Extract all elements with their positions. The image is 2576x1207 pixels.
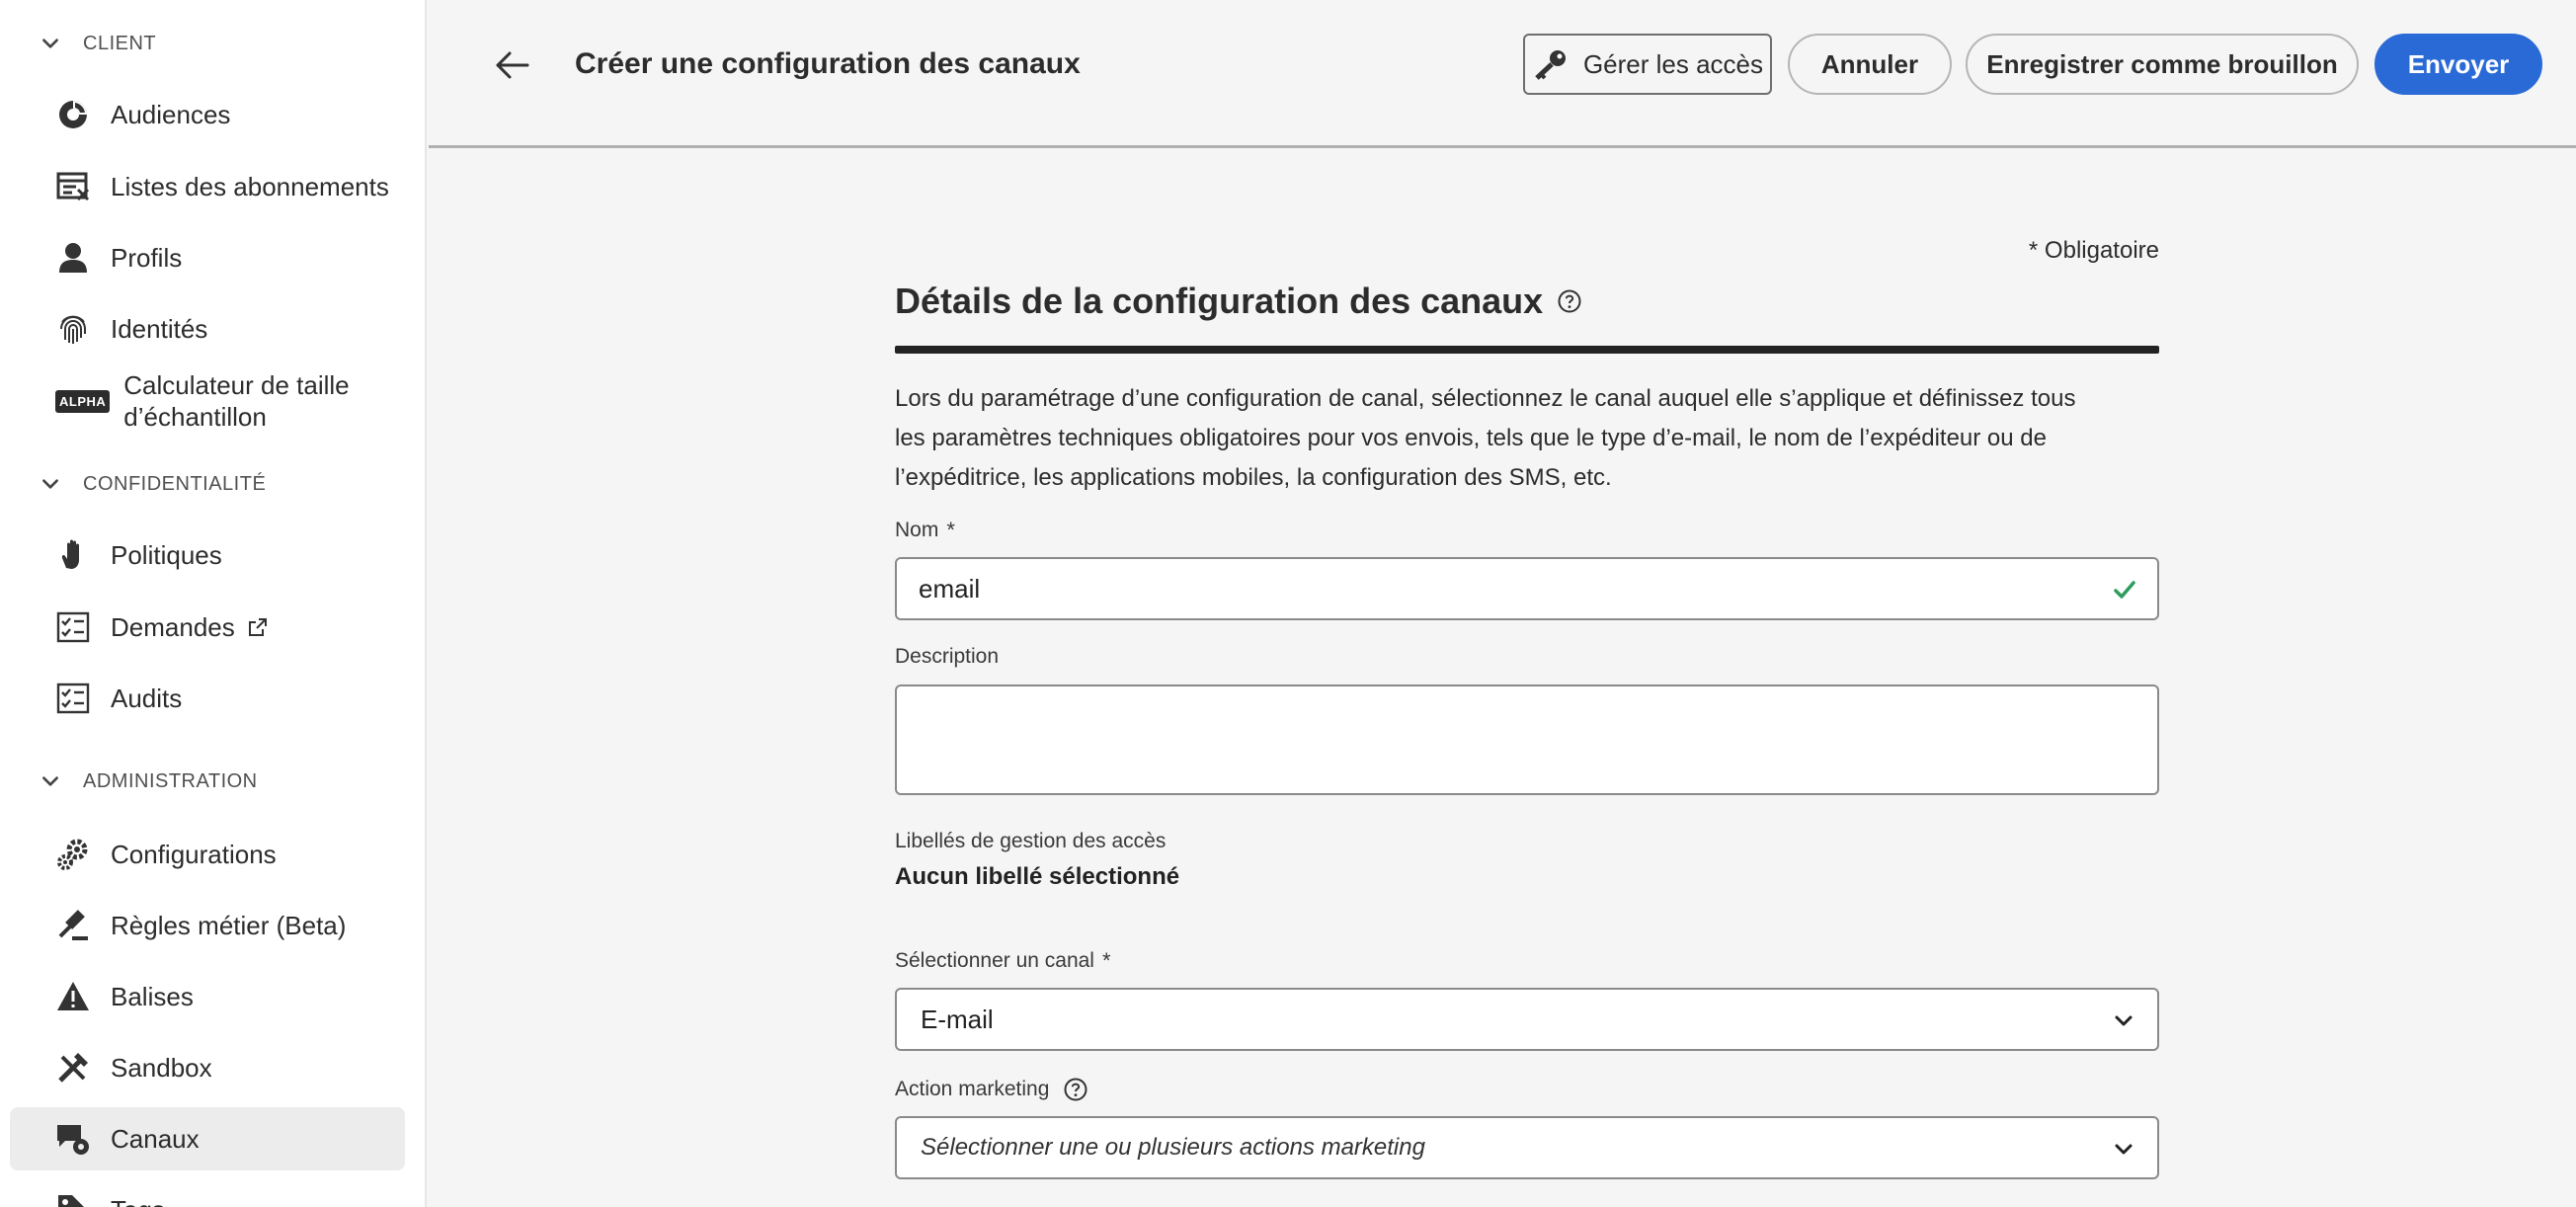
tools-icon <box>55 1050 91 1086</box>
external-link-icon <box>248 618 267 636</box>
gavel-icon <box>55 908 91 943</box>
name-label: Nom * <box>895 518 955 543</box>
chevron-down-icon <box>42 39 58 48</box>
description-label-text: Description <box>895 645 1000 668</box>
sidebar-item-label: Balises <box>111 981 194 1011</box>
section-title: CLIENT <box>83 32 157 54</box>
marketing-action-label: Action marketing <box>895 1077 1088 1102</box>
sidebar-item-business-rules[interactable]: Règles métier (Beta) <box>10 894 405 957</box>
access-labels-label-text: Libellés de gestion des accès <box>895 830 1167 852</box>
sidebar-item-sandbox[interactable]: Sandbox <box>10 1036 405 1099</box>
required-asterisk: * <box>946 518 955 542</box>
checkmark-icon <box>2114 581 2135 599</box>
access-labels-value: Aucun libellé sélectionné <box>895 863 1180 890</box>
channel-label-text: Sélectionner un canal <box>895 949 1094 972</box>
sidebar-item-subscription-lists[interactable]: Listes des abonnements <box>10 155 405 218</box>
channels-icon <box>55 1121 91 1157</box>
key-icon <box>1535 50 1566 80</box>
section-header-client[interactable]: CLIENT <box>40 24 156 63</box>
description-field[interactable] <box>895 684 2159 795</box>
form-title: Détails de la configuration des canaux <box>895 281 1582 322</box>
form-title-text: Détails de la configuration des canaux <box>895 281 1544 321</box>
sidebar-item-label: Sandbox <box>111 1052 212 1083</box>
channel-config-form: * Obligatoire Détails de la configuratio… <box>895 148 2159 1207</box>
channel-select[interactable]: E-mail <box>895 988 2159 1051</box>
checklist-icon <box>55 609 91 645</box>
subscription-list-icon <box>55 169 91 204</box>
section-title: CONFIDENTIALITÉ <box>83 472 267 495</box>
sidebar-item-label: Calculateur de taille d’échantillon <box>123 370 350 432</box>
sidebar-item-audits[interactable]: Audits <box>10 667 405 730</box>
profile-icon <box>55 240 91 276</box>
sidebar: CLIENT Audiences Listes des abonnements … <box>0 0 427 1207</box>
gears-icon <box>55 837 91 872</box>
name-label-text: Nom <box>895 519 939 541</box>
sidebar-item-configurations[interactable]: Configurations <box>10 823 405 886</box>
sidebar-item-profiles[interactable]: Profils <box>10 226 405 289</box>
marketing-action-placeholder: Sélectionner une ou plusieurs actions ma… <box>921 1134 1425 1161</box>
sidebar-item-label: Listes des abonnements <box>111 171 389 201</box>
sidebar-item-label: Configurations <box>111 839 277 869</box>
chevron-down-icon <box>42 479 58 489</box>
chevron-down-icon <box>2115 1144 2133 1155</box>
fingerprint-icon <box>55 311 91 347</box>
cancel-button[interactable]: Annuler <box>1788 34 1952 95</box>
required-note: * Obligatoire <box>2028 237 2159 264</box>
sidebar-item-channels[interactable]: Canaux <box>10 1107 405 1170</box>
help-icon[interactable] <box>1557 288 1582 314</box>
sidebar-item-tags-alerts[interactable]: Balises <box>10 965 405 1028</box>
marketing-action-select[interactable]: Sélectionner une ou plusieurs actions ma… <box>895 1116 2159 1179</box>
alert-icon <box>55 979 91 1014</box>
sidebar-item-identities[interactable]: Identités <box>10 297 405 361</box>
back-button[interactable] <box>490 43 533 87</box>
access-labels-label: Libellés de gestion des accès <box>895 830 1166 853</box>
sidebar-item-sample-size-calculator[interactable]: ALPHA Calculateur de taille d’échantillo… <box>10 360 405 443</box>
sidebar-item-audiences[interactable]: Audiences <box>10 83 405 146</box>
description-label: Description <box>895 645 999 669</box>
form-intro: Lors du paramétrage d’une configuration … <box>895 385 2076 491</box>
save-draft-button[interactable]: Enregistrer comme brouillon <box>1966 34 2359 95</box>
tag-icon <box>55 1192 91 1207</box>
sidebar-item-label: Tags <box>111 1195 165 1207</box>
hand-icon <box>55 537 91 573</box>
page-header: Créer une configuration des canaux Gérer… <box>429 0 2576 148</box>
sidebar-item-label: Canaux <box>111 1123 200 1154</box>
name-field-value: email <box>919 573 981 604</box>
page-title: Créer une configuration des canaux <box>575 47 1081 80</box>
channel-label: Sélectionner un canal * <box>895 948 1111 974</box>
sidebar-item-label: Règles métier (Beta) <box>111 910 347 940</box>
sidebar-item-label: Politiques <box>111 539 222 570</box>
sidebar-item-policies[interactable]: Politiques <box>10 523 405 587</box>
sidebar-item-label: Audits <box>111 683 183 713</box>
required-asterisk: * <box>1101 948 1111 973</box>
channel-select-value: E-mail <box>921 1004 994 1034</box>
title-divider <box>895 346 2159 354</box>
help-icon[interactable] <box>1063 1077 1088 1102</box>
marketing-action-label-text: Action marketing <box>895 1078 1050 1100</box>
checklist-icon <box>55 681 91 716</box>
section-title: ADMINISTRATION <box>83 769 258 792</box>
sidebar-item-label: Demandes <box>111 611 235 642</box>
manage-access-button[interactable]: Gérer les accès <box>1523 34 1772 95</box>
manage-access-label: Gérer les accès <box>1582 48 1764 79</box>
arrow-left-icon <box>496 51 529 79</box>
sidebar-item-tags[interactable]: Tags <box>10 1178 405 1207</box>
alpha-badge: ALPHA <box>55 389 111 413</box>
chevron-down-icon <box>42 776 58 786</box>
sidebar-item-label: Audiences <box>111 99 231 129</box>
sidebar-item-requests[interactable]: Demandes <box>10 596 405 659</box>
chevron-down-icon <box>2115 1015 2133 1026</box>
sidebar-item-label: Profils <box>111 242 183 273</box>
sidebar-item-label: Identités <box>111 313 208 344</box>
audiences-icon <box>55 97 91 132</box>
send-button[interactable]: Envoyer <box>2375 34 2542 95</box>
section-header-privacy[interactable]: CONFIDENTIALITÉ <box>40 464 266 504</box>
section-header-administration[interactable]: ADMINISTRATION <box>40 762 258 801</box>
name-field[interactable]: email <box>895 557 2159 620</box>
